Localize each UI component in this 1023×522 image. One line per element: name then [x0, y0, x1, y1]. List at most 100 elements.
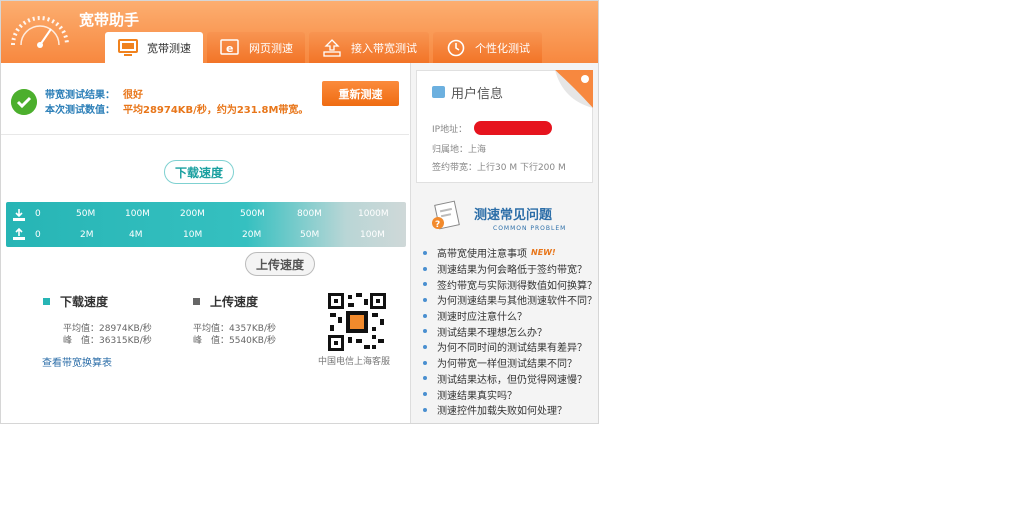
bullet-icon — [423, 344, 427, 349]
upload-tick: 4M — [129, 230, 143, 240]
faq-item[interactable]: 测试结果不理想怎么办？ — [423, 323, 597, 339]
faq-item-label: 测速控件加载失败如何处理？ — [437, 406, 567, 418]
upload-swatch — [193, 298, 200, 305]
upload-icon — [13, 228, 25, 240]
info-sidebar: 用户信息 IP地址： 归属地：上海 签约带宽：上行30 M 下行200 M ? … — [410, 63, 598, 423]
faq-item[interactable]: 测速结果为何会略低于签约带宽？ — [423, 261, 597, 277]
svg-text:?: ? — [435, 220, 440, 230]
speed-scale-bar: 0 50M 100M 200M 500M 800M 1000M 0 2M 4M … — [6, 202, 406, 247]
tab-web-speed[interactable]: e 网页测速 — [207, 32, 305, 63]
faq-item-label: 签约带宽与实际测得数值如何换算？ — [437, 280, 597, 292]
upload-tick: 10M — [183, 230, 203, 240]
new-badge: NEW! — [531, 248, 556, 258]
speed-gauge-area: 下载速度 0 50M 100M 200M 500M 800M 1000M 0 2… — [1, 136, 409, 423]
network-access-icon — [321, 38, 343, 58]
faq-item-label: 为何不同时间的测试结果有差异？ — [437, 343, 587, 355]
clock-icon — [445, 38, 467, 58]
faq-subtitle: COMMON PROBLEM — [493, 225, 567, 232]
faq-list: 高带宽使用注意事项 NEW! 测速结果为何会略低于签约带宽？ 签约带宽与实际测得数… — [423, 245, 597, 418]
download-tick: 200M — [180, 209, 205, 219]
upload-tick: 100M — [360, 230, 385, 240]
value-label: 本次测试数值： — [45, 105, 115, 116]
faq-item[interactable]: 为何不同时间的测试结果有差异？ — [423, 339, 597, 355]
speedometer-logo-icon — [11, 16, 69, 48]
value-line: 本次测试数值： 平均28974KB/秒，约为231.8M带宽。 — [45, 101, 308, 116]
tab-speedtest[interactable]: 宽带测速 — [105, 32, 203, 63]
upload-scale-row: 0 2M 4M 10M 20M 50M 100M — [6, 226, 406, 244]
ie-browser-icon: e — [219, 38, 241, 58]
result-label: 带宽测试结果： — [45, 90, 115, 101]
bullet-icon — [423, 250, 427, 255]
faq-item-label: 测速结果为何会略低于签约带宽？ — [437, 265, 587, 277]
faq-document-icon: ? — [432, 200, 460, 230]
tab-custom-test[interactable]: 个性化测试 — [433, 32, 542, 63]
download-scale-row: 0 50M 100M 200M 500M 800M 1000M — [6, 206, 406, 224]
bullet-icon — [423, 407, 427, 412]
bullet-icon — [423, 376, 427, 381]
bullet-icon — [423, 297, 427, 302]
tab-label: 网页测速 — [249, 41, 293, 55]
faq-item-label: 测速结果真实吗？ — [437, 390, 517, 402]
bullet-icon — [423, 360, 427, 365]
download-legend-title: 下载速度 — [60, 295, 109, 309]
download-swatch — [43, 298, 50, 305]
tab-label: 个性化测试 — [475, 41, 530, 55]
result-line: 带宽测试结果： 很好 — [45, 86, 143, 101]
upload-legend-title: 上传速度 — [210, 295, 259, 309]
page-curl-icon — [555, 70, 593, 108]
app-title: 宽带助手 — [79, 11, 140, 29]
faq-item-label: 测试结果不理想怎么办？ — [437, 327, 547, 339]
user-info-icon — [432, 86, 445, 98]
retest-button[interactable]: 重新测速 — [322, 81, 399, 106]
faq-item[interactable]: 测速控件加载失败如何处理？ — [423, 402, 597, 418]
svg-text:e: e — [226, 42, 233, 55]
download-tick: 0 — [35, 209, 41, 219]
bullet-icon — [423, 282, 427, 287]
faq-item[interactable]: 测速结果真实吗？ — [423, 386, 597, 402]
value-text: 平均28974KB/秒，约为231.8M带宽。 — [123, 105, 309, 116]
faq-item[interactable]: 为何测速结果与其他测速软件不同？ — [423, 292, 597, 308]
upload-peak: 峰 值：5540KB/秒 — [193, 336, 277, 346]
download-tick: 50M — [76, 209, 96, 219]
bandwidth-conversion-link[interactable]: 查看带宽换算表 — [42, 354, 112, 369]
faq-item[interactable]: 测试结果达标，但仍觉得网速慢？ — [423, 371, 597, 387]
tab-label: 接入带宽测试 — [351, 41, 417, 55]
monitor-icon — [117, 38, 139, 58]
download-tick: 100M — [125, 209, 150, 219]
upload-tick: 50M — [300, 230, 320, 240]
upload-tick: 20M — [242, 230, 262, 240]
ip-label: IP地址： — [432, 125, 468, 135]
faq-item[interactable]: 高带宽使用注意事项 NEW! — [423, 245, 597, 261]
faq-header: ? 测速常见问题 COMMON PROBLEM — [429, 199, 589, 237]
faq-item-label: 为何带宽一样但测试结果不同？ — [437, 359, 577, 371]
faq-item[interactable]: 测速时应注意什么？ — [423, 308, 597, 324]
tab-access-bandwidth[interactable]: 接入带宽测试 — [309, 32, 429, 63]
bullet-icon — [423, 329, 427, 334]
download-speed-bubble: 下载速度 — [164, 160, 235, 184]
result-summary: 带宽测试结果： 很好 本次测试数值： 平均28974KB/秒，约为231.8M带宽。… — [1, 63, 409, 135]
bullet-icon — [423, 392, 427, 397]
user-info-title: 用户信息 — [451, 87, 504, 102]
speedtest-panel: 带宽测试结果： 很好 本次测试数值： 平均28974KB/秒，约为231.8M带宽。… — [1, 63, 409, 423]
faq-item-label: 测速时应注意什么？ — [437, 312, 527, 324]
download-tick: 500M — [240, 209, 265, 219]
qr-caption: 中国电信上海客服 — [318, 357, 391, 367]
bullet-icon — [423, 266, 427, 271]
download-tick: 1000M — [358, 209, 389, 219]
plan-line: 签约带宽：上行30 M 下行200 M — [432, 163, 566, 173]
faq-title: 测速常见问题 — [474, 208, 553, 223]
tab-bar: 宽带测速 e 网页测速 接入带宽测试 个性化测试 — [105, 32, 546, 63]
faq-item[interactable]: 为何带宽一样但测试结果不同？ — [423, 355, 597, 371]
faq-item[interactable]: 签约带宽与实际测得数值如何换算？ — [423, 276, 597, 292]
bullet-icon — [423, 313, 427, 318]
upload-tick: 2M — [80, 230, 94, 240]
check-icon — [11, 89, 37, 115]
tab-label: 宽带测速 — [147, 41, 191, 55]
qr-code-icon — [328, 293, 386, 351]
download-peak: 峰 值：36315KB/秒 — [63, 336, 152, 346]
speedtest-window: 宽带助手 宽带测速 e 网页测速 接入带宽测试 个性化测试 带宽测试结果： 很好… — [0, 0, 599, 424]
result-value: 很好 — [123, 90, 143, 101]
user-info-card: 用户信息 IP地址： 归属地：上海 签约带宽：上行30 M 下行200 M — [416, 70, 593, 183]
header: 宽带助手 宽带测速 e 网页测速 接入带宽测试 个性化测试 — [1, 1, 598, 63]
faq-item-label: 测试结果达标，但仍觉得网速慢？ — [437, 374, 587, 386]
